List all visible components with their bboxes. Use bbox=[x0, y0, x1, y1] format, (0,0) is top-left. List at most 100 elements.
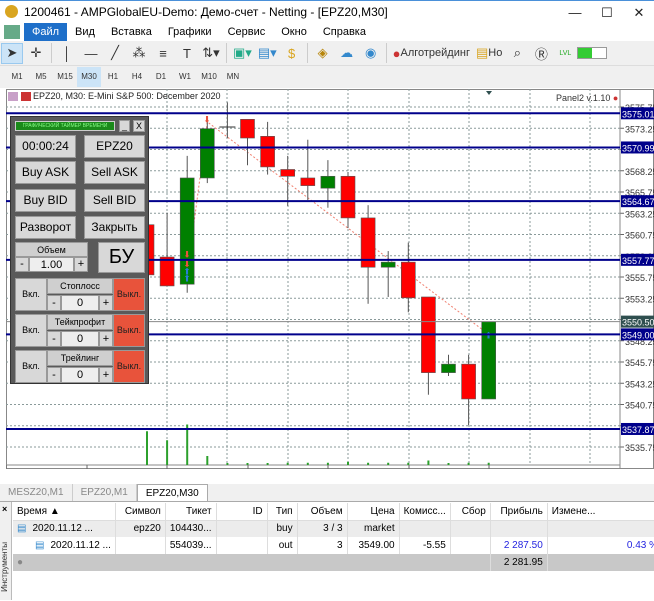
volume-plus-button[interactable]: + bbox=[74, 257, 88, 272]
algotrading-button[interactable]: ● Алготрейдинг bbox=[391, 43, 472, 64]
timeframe-h1[interactable]: H1 bbox=[101, 67, 125, 87]
horizontal-line-icon[interactable]: ― bbox=[80, 43, 102, 64]
col-volume[interactable]: Объем bbox=[297, 503, 348, 521]
new-chart-icon[interactable]: ▣▾ bbox=[231, 43, 254, 64]
cursor-icon[interactable]: ➤ bbox=[1, 42, 23, 64]
text-icon[interactable]: T bbox=[176, 43, 198, 64]
disable-button[interactable]: Выкл. bbox=[113, 314, 145, 347]
volume-minus-button[interactable]: - bbox=[15, 257, 29, 272]
plus-button[interactable]: + bbox=[99, 331, 113, 347]
breakeven-button[interactable]: БУ bbox=[98, 242, 145, 273]
col-fee[interactable]: Сбор bbox=[450, 503, 491, 521]
minus-button[interactable]: - bbox=[47, 331, 61, 347]
sell-ask-button[interactable]: Sell ASK bbox=[84, 161, 145, 184]
volume-bar bbox=[407, 462, 410, 465]
col-price[interactable]: Цена bbox=[347, 503, 400, 521]
volume-input[interactable]: 1.00 bbox=[29, 257, 74, 272]
cell-value: 2020.11.12 ... bbox=[50, 540, 111, 551]
chart-tab[interactable]: MESZ20,M1 bbox=[0, 484, 73, 501]
volume-bar bbox=[427, 460, 430, 465]
close-button[interactable]: ✕ bbox=[624, 3, 654, 23]
empty-area bbox=[13, 571, 654, 601]
price-level-label: 3575.01 bbox=[622, 109, 654, 119]
cell-id bbox=[216, 520, 268, 537]
timeframe-h4[interactable]: H4 bbox=[125, 67, 149, 87]
new-order-button[interactable]: ▤ Но bbox=[474, 43, 504, 64]
disable-button[interactable]: Выкл. bbox=[113, 350, 145, 383]
disable-button[interactable]: Выкл. bbox=[113, 278, 145, 311]
minimize-button[interactable]: — bbox=[560, 3, 590, 23]
param-input[interactable]: 0 bbox=[61, 367, 99, 383]
timeframe-m1[interactable]: M1 bbox=[5, 67, 29, 87]
menu-charts[interactable]: Графики bbox=[160, 23, 220, 41]
candle-body bbox=[159, 256, 175, 287]
menu-insert[interactable]: Вставка bbox=[103, 23, 160, 41]
col-id[interactable]: ID bbox=[216, 503, 268, 521]
table-row[interactable]: ▤ 2020.11.12 ... epz20 104430... buy 3 / 3 mar… bbox=[13, 520, 654, 537]
col-change[interactable]: Измене... bbox=[547, 503, 654, 521]
enable-button[interactable]: Вкл. bbox=[15, 314, 47, 347]
param-input[interactable]: 0 bbox=[61, 331, 99, 347]
arrows-icon[interactable]: ⇅▾ bbox=[200, 43, 222, 64]
lvl-icon[interactable]: LVL bbox=[554, 43, 576, 64]
candle-body bbox=[300, 177, 316, 186]
price-tick-label: 3553.25 bbox=[625, 294, 654, 304]
panel-close-button[interactable]: X bbox=[133, 120, 145, 132]
col-profit[interactable]: Прибыль bbox=[490, 503, 548, 521]
elliott-icon[interactable]: ⁂ bbox=[128, 43, 150, 64]
market-icon[interactable]: ◈ bbox=[312, 43, 334, 64]
templates-icon[interactable]: ▤▾ bbox=[256, 43, 279, 64]
enable-button[interactable]: Вкл. bbox=[15, 278, 47, 311]
timeframe-m30[interactable]: M30 bbox=[77, 67, 101, 87]
enable-button[interactable]: Вкл. bbox=[15, 350, 47, 383]
crosshair-icon[interactable]: ✛ bbox=[25, 43, 47, 64]
buy-bid-button[interactable]: Buy BID bbox=[15, 189, 76, 212]
signals-icon[interactable]: ◉ bbox=[360, 43, 382, 64]
account-circle-icon[interactable]: Ⓡ bbox=[530, 43, 552, 64]
timeframe-m5[interactable]: M5 bbox=[29, 67, 53, 87]
minus-button[interactable]: - bbox=[47, 295, 61, 311]
minus-button[interactable]: - bbox=[47, 367, 61, 383]
menu-view[interactable]: Вид bbox=[67, 23, 103, 41]
chart-tab[interactable]: EPZ20,M30 bbox=[136, 484, 208, 501]
maximize-button[interactable]: ☐ bbox=[592, 3, 622, 23]
param-input[interactable]: 0 bbox=[61, 295, 99, 311]
timeframe-w1[interactable]: W1 bbox=[173, 67, 197, 87]
menu-window[interactable]: Окно bbox=[273, 23, 315, 41]
vertical-line-icon[interactable]: │ bbox=[56, 43, 78, 64]
menu-help[interactable]: Справка bbox=[315, 23, 374, 41]
plus-button[interactable]: + bbox=[99, 367, 113, 383]
close-position-button[interactable]: Закрыть bbox=[84, 216, 145, 239]
col-ticket[interactable]: Тикет bbox=[165, 503, 217, 521]
col-time[interactable]: Время ▲ bbox=[13, 503, 116, 521]
trend-line-icon[interactable]: ╱ bbox=[104, 43, 126, 64]
menu-bar: Файл Вид Вставка Графики Сервис Окно Спр… bbox=[0, 23, 654, 41]
cell-время: ▤ 2020.11.12 ... bbox=[13, 537, 116, 554]
col-commission[interactable]: Комисс... bbox=[399, 503, 451, 521]
reverse-button[interactable]: Разворот bbox=[15, 216, 76, 239]
price-level-label: 3564.67 bbox=[622, 197, 654, 207]
menu-tools[interactable]: Сервис bbox=[220, 23, 274, 41]
timeframe-mn[interactable]: MN bbox=[221, 67, 245, 87]
app-menu-icon[interactable] bbox=[4, 25, 20, 39]
timeframe-d1[interactable]: D1 bbox=[149, 67, 173, 87]
chart-tab[interactable]: EPZ20,M1 bbox=[73, 484, 137, 501]
col-symbol[interactable]: Символ bbox=[115, 503, 166, 521]
plus-button[interactable]: + bbox=[99, 295, 113, 311]
price-tick-label: 3540.75 bbox=[625, 401, 654, 411]
table-row[interactable]: ▤ 2020.11.12 ... 554039... out 3 3549.00 -5.55… bbox=[13, 537, 654, 554]
fibonacci-icon[interactable]: ≡ bbox=[152, 43, 174, 64]
close-toolbox-icon[interactable]: × bbox=[2, 504, 7, 514]
cell-цена: market bbox=[347, 520, 400, 537]
timeframe-m15[interactable]: M15 bbox=[53, 67, 77, 87]
timeframe-m10[interactable]: M10 bbox=[197, 67, 221, 87]
search-icon[interactable]: ⌕ bbox=[506, 43, 528, 64]
col-type[interactable]: Тип bbox=[267, 503, 298, 521]
buy-ask-button[interactable]: Buy ASK bbox=[15, 161, 76, 184]
menu-file[interactable]: Файл bbox=[24, 23, 68, 41]
cloud-icon[interactable]: ☁ bbox=[336, 43, 358, 64]
panel-minimize-button[interactable]: _ bbox=[119, 120, 130, 132]
sell-bid-button[interactable]: Sell BID bbox=[84, 189, 145, 212]
account-icon[interactable]: $ bbox=[281, 43, 303, 64]
price-tick-label: 3560.75 bbox=[625, 231, 654, 241]
